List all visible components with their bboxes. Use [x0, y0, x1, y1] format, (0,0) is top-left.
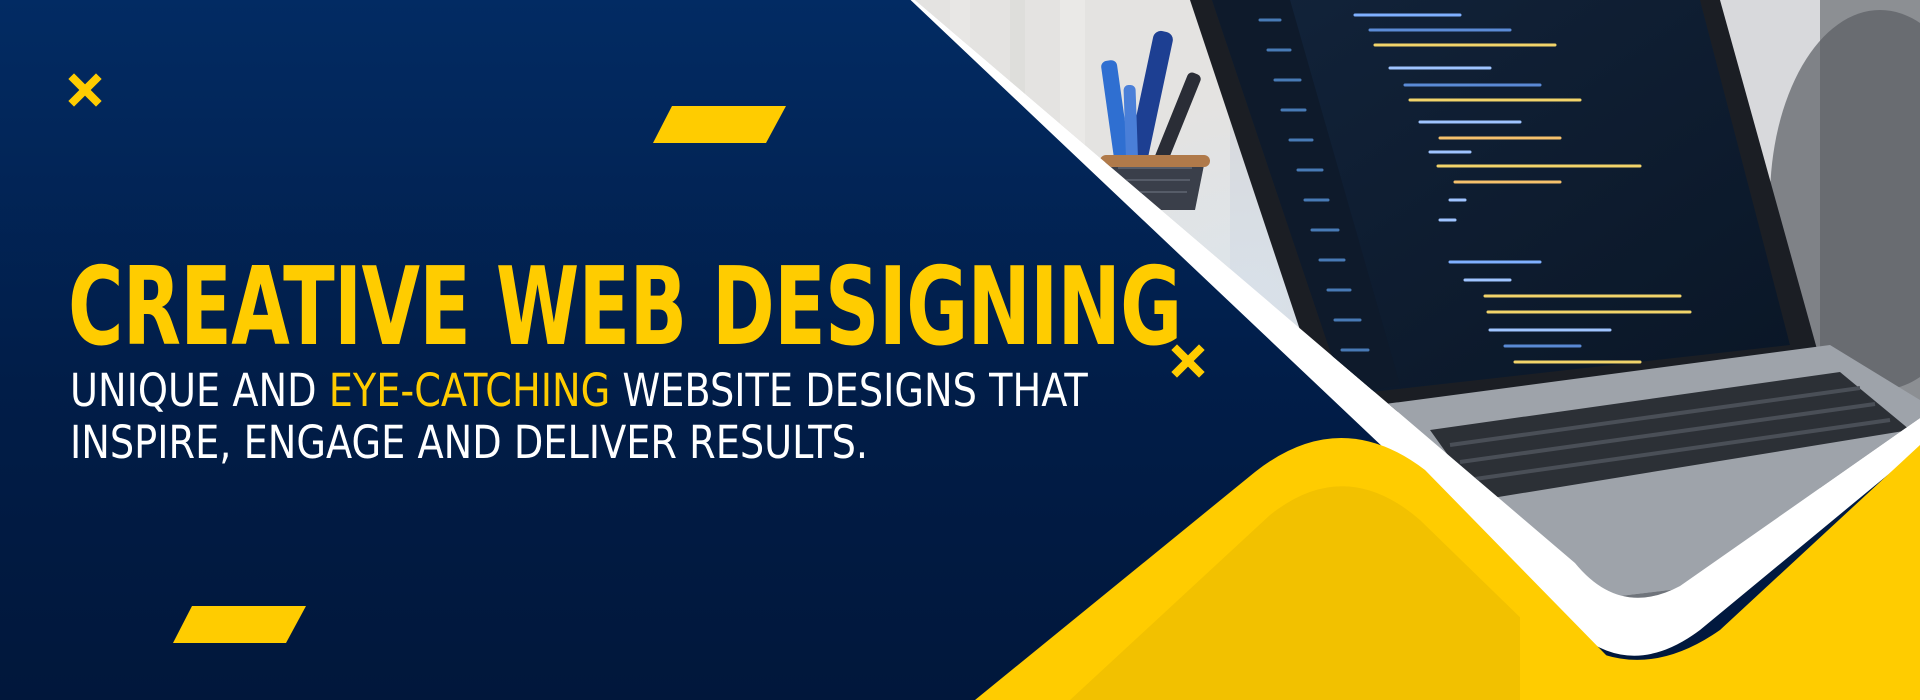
laptop-screen	[1190, 0, 1820, 420]
yellow-bar-top	[653, 106, 786, 143]
subtitle-highlight: EYE-CATCHING	[328, 364, 611, 417]
subtitle: UNIQUE AND EYE-CATCHING WEBSITE DESIGNS …	[70, 365, 1088, 469]
hero-banner: CREATIVE WEB DESIGNING UNIQUE AND EYE-CA…	[0, 0, 1920, 700]
x-mark-icon	[68, 73, 102, 107]
subtitle-text: WEBSITE DESIGNS THAT	[610, 364, 1088, 417]
subtitle-text: INSPIRE, ENGAGE AND DELIVER RESULTS.	[70, 416, 869, 469]
subtitle-text: UNIQUE AND	[70, 364, 329, 417]
yellow-bar-bottom	[173, 606, 306, 643]
headline: CREATIVE WEB DESIGNING	[68, 245, 1182, 370]
